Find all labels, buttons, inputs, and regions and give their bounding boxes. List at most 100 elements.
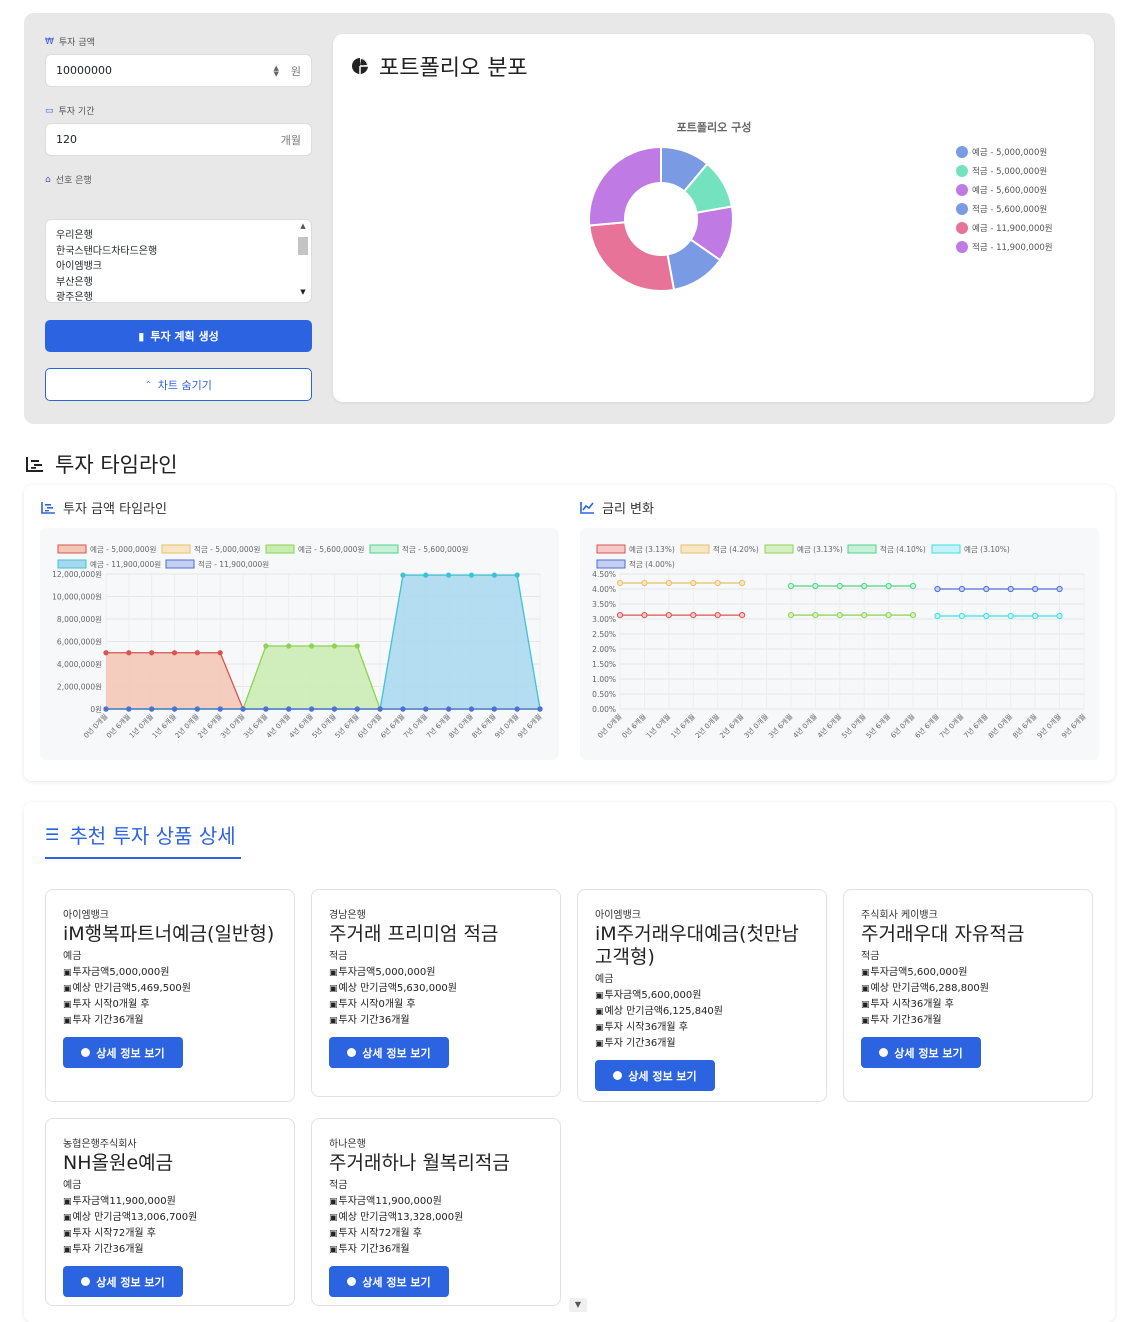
data-point [194,650,200,656]
product-name: 주거래우대 자유적금 [861,923,1025,945]
data-point [812,612,819,619]
won-icon: ₩ [45,36,54,47]
x-tick-label: 1년 6개월 [669,712,697,740]
cash-icon: ▣ [329,1197,338,1207]
data-point [171,650,178,656]
x-tick-label: 7년 0개월 [937,712,965,740]
amount-label: ₩ 투자 금액 [45,36,95,49]
data-point [103,650,109,656]
calendar-icon: ▣ [329,1229,338,1239]
x-tick-label: 7년 6개월 [962,712,990,740]
product-bank: 아이엠뱅크 [595,910,641,921]
x-tick-label: 0년 6개월 [620,712,648,740]
timeline-section-title: 투자 타임라인 [25,449,178,479]
detail-button[interactable]: 상세 정보 보기 [329,1037,449,1068]
product-maturity-row: ▣ 예상 만기금액13,006,700원 [63,1210,277,1226]
product-period: 투자 기간36개월 [604,1038,676,1049]
product-name: iM행복파트너예금(일반형) [63,923,275,945]
bank-icon: ⌂ [45,174,51,185]
detail-button[interactable]: 상세 정보 보기 [861,1037,981,1068]
product-bank: 경남은행 [329,910,366,921]
data-point [331,643,338,649]
data-point [909,612,917,619]
data-point [836,612,843,619]
product-start-row: ▣ 투자 시작72개월 후 [63,1226,277,1242]
product-period: 투자 기간36개월 [870,1015,942,1026]
pie-title: 포트폴리오 구성 [677,120,752,134]
calendar-icon: ▣ [595,1039,604,1049]
x-tick-label: 2년 0개월 [693,712,721,740]
legend-label: 예금 (3.10%) [964,544,1010,554]
data-point [217,650,223,656]
product-period-row: ▣ 투자 기간36개월 [63,1242,277,1258]
product-maturity: 예상 만기금액5,630,000원 [338,983,457,994]
product-start-row: ▣ 투자 시작0개월 후 [63,997,277,1013]
data-point [1056,585,1063,593]
spinner-icon[interactable]: ▲ ▼ [273,64,278,77]
detail-button[interactable]: 상세 정보 보기 [63,1037,183,1068]
data-point [983,585,990,593]
generate-plan-button[interactable]: ▮ 투자 계획 생성 [45,320,312,352]
legend-label: 예금 (3.13%) [797,544,843,554]
y-tick-label: 4.00% [592,585,616,594]
x-tick-label: 1년 0개월 [644,712,672,740]
product-card: 주식회사 케이뱅크 주거래우대 자유적금 적금 ▣ 투자금액5,600,000원 ▣ 예상 … [843,889,1093,1102]
legend-swatch [956,184,968,196]
detail-button-label: 상세 정보 보기 [362,1275,431,1289]
y-tick-label: 4,000,000원 [57,660,102,669]
product-card: 하나은행 주거래하나 월복리적금 적금 ▣ 투자금액11,900,000원 ▣ 예상 만기금… [311,1118,561,1306]
product-amount: 투자금액5,000,000원 [72,967,170,978]
detail-button-label: 상세 정보 보기 [96,1046,165,1060]
amount-input[interactable]: 10000000 ▲ ▼ 원 [45,54,312,87]
bank-option[interactable]: 한국스탠다드차타드은행 [46,244,311,260]
detail-button[interactable]: 상세 정보 보기 [595,1060,715,1091]
data-point [171,706,178,712]
data-point [263,643,269,649]
timeline-icon [41,502,55,514]
data-point [861,612,868,619]
data-point [400,572,406,578]
data-point [286,706,292,712]
bank-select[interactable]: 우리은행 한국스탠다드차타드은행 아이엠뱅크 부산은행 광주은행 ▲ ▼ [45,219,312,303]
money-icon: ▣ [861,984,870,994]
y-tick-label: 3.50% [592,600,616,609]
info-icon [347,1277,357,1286]
data-point [1056,612,1063,620]
data-point [836,582,843,590]
bank-option[interactable]: 아이엠뱅크 [46,259,311,275]
data-point [149,650,155,656]
data-point [665,612,672,619]
listbox-scrollbar[interactable]: ▲ ▼ [297,222,309,300]
product-period-row: ▣ 투자 기간36개월 [329,1013,543,1029]
product-start: 투자 시작0개월 후 [72,999,150,1010]
calendar-icon: ▣ [329,1245,338,1255]
bank-option[interactable]: 우리은행 [46,228,311,244]
money-icon: ▣ [63,1213,72,1223]
data-point [641,612,648,619]
data-point [400,706,406,712]
data-point [1032,612,1039,620]
legend-swatch [596,544,626,554]
bank-option[interactable]: 부산은행 [46,275,311,291]
y-tick-label: 12,000,000원 [52,570,102,579]
detail-button[interactable]: 상세 정보 보기 [63,1266,183,1297]
data-point [423,572,429,578]
x-tick-label: 4년 6개월 [815,712,843,740]
period-input[interactable]: 120 개월 [45,123,312,156]
product-maturity-row: ▣ 예상 만기금액6,288,800원 [861,981,1075,997]
data-point [468,572,475,578]
calendar-icon: ▣ [63,1000,72,1010]
data-point [616,579,624,587]
product-amount: 투자금액5,000,000원 [338,967,436,978]
detail-button[interactable]: 상세 정보 보기 [329,1266,449,1297]
scroll-down-icon[interactable]: ▼ [569,1298,587,1312]
y-tick-label: 2.00% [592,645,616,654]
info-icon [81,1048,91,1057]
product-start: 투자 시작36개월 후 [870,999,954,1010]
legend-label: 예금 - 5,000,000원 [90,544,156,554]
hide-chart-button[interactable]: ⌃ 차트 숨기기 [45,368,312,401]
calendar-icon: ▣ [595,1023,604,1033]
data-point [217,706,223,712]
bank-option[interactable]: 광주은행 [46,290,311,302]
data-point [491,706,497,712]
